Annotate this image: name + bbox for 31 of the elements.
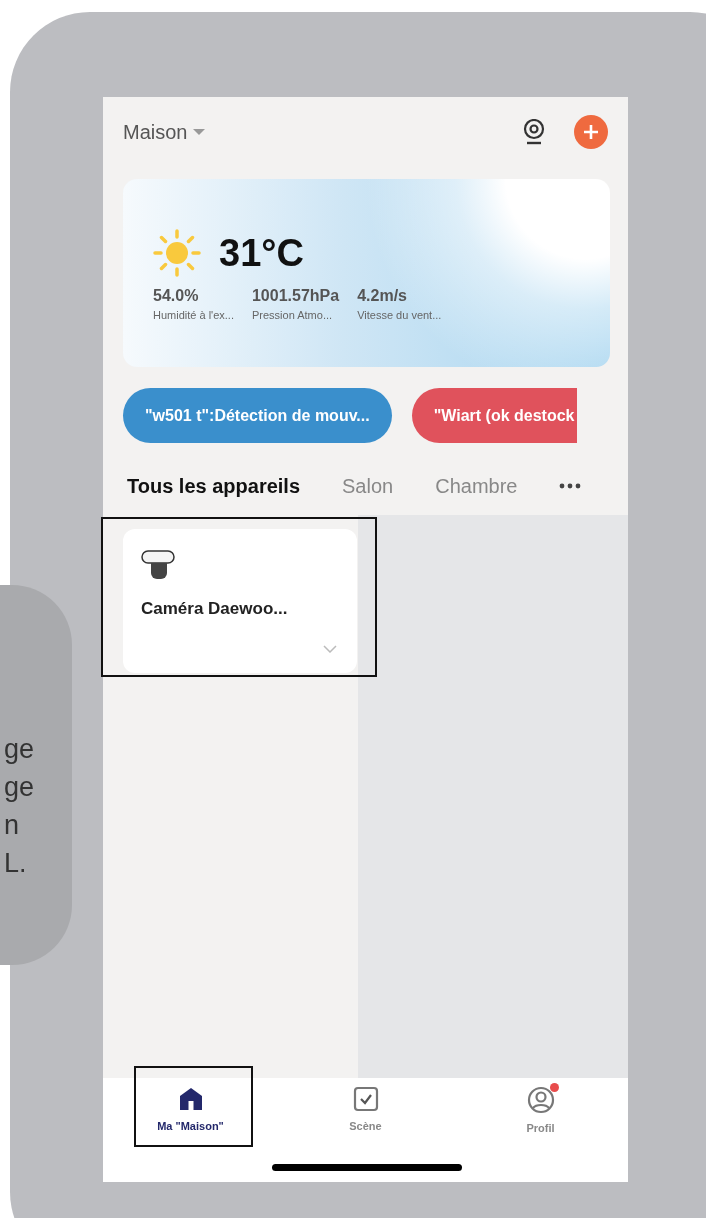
nav-tab[interactable]: Profil [485, 1086, 596, 1134]
stat-label: Vitesse du vent... [357, 309, 442, 321]
nav-tab[interactable]: Ma "Maison" [135, 1086, 246, 1132]
device-card[interactable]: Caméra Daewoo... [123, 529, 357, 673]
callout-text: ge [4, 771, 36, 804]
room-tab[interactable]: Chambre [435, 474, 518, 498]
scene-chip[interactable]: "Wiart (ok destock [411, 388, 577, 443]
plus-icon [582, 123, 600, 141]
nav-tab[interactable]: Scène [310, 1086, 421, 1132]
home-selector[interactable]: Maison [123, 120, 206, 144]
temperature: 31°C [219, 231, 304, 275]
room-tab[interactable]: Salon [342, 474, 394, 498]
stat-value: 1001.57hPa [251, 287, 340, 305]
more-icon[interactable] [559, 483, 582, 489]
callout-text: ge [4, 733, 36, 766]
stat-label: Pression Atmo... [251, 309, 334, 321]
camera-device-icon [141, 549, 177, 581]
stat-value: 54.0% [153, 287, 200, 305]
stat-value: 4.2m/s [357, 287, 408, 305]
room-tab[interactable]: Tous les appareils [127, 474, 301, 498]
scene-chip[interactable]: "w501 t":Détection de mouv... [123, 388, 392, 443]
home-icon [177, 1086, 204, 1112]
device-name: Caméra Daewoo... [141, 599, 289, 619]
stat-label: Humidité à l'ex... [153, 309, 234, 321]
checkbox-icon [352, 1086, 379, 1112]
sun-icon [153, 229, 201, 277]
callout-text: L. [4, 847, 28, 880]
camera-icon[interactable] [522, 119, 546, 145]
profile-icon [526, 1086, 555, 1114]
add-button[interactable] [574, 115, 608, 149]
callout-text: n [4, 809, 21, 842]
